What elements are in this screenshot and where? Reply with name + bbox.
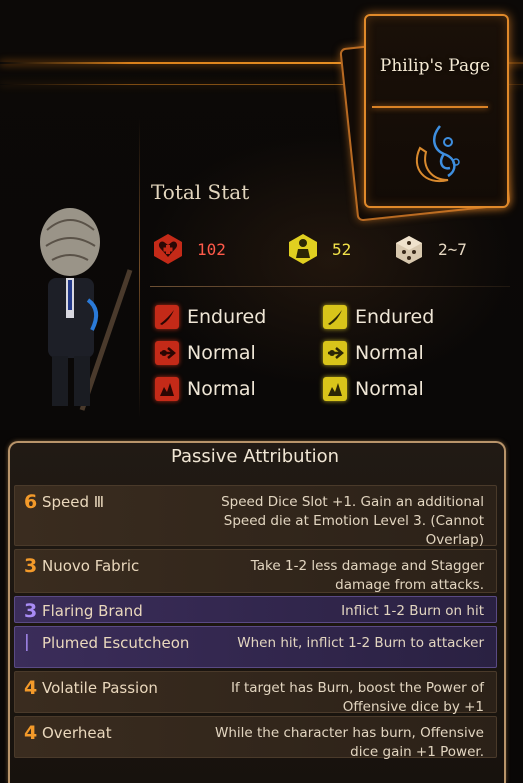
passive-cost: 4 (24, 722, 38, 744)
crescent-moon-emblem-icon (415, 125, 460, 183)
passive-row[interactable]: 6 Speed Ⅲ Speed Dice Slot +1. Gain an ad… (14, 485, 497, 548)
slash-stagger-icon (323, 305, 347, 329)
blunt-stagger-icon (323, 377, 347, 401)
hp-resist-blunt: Normal (155, 377, 256, 401)
passive-name: Flaring Brand (42, 602, 143, 620)
page-divider (372, 106, 488, 108)
speed-stat: 2~7 (392, 232, 467, 266)
hp-resist-pierce-value: Normal (187, 342, 256, 364)
hp-resist-slash: Endured (155, 305, 266, 329)
hp-resist-slash-value: Endured (187, 306, 267, 328)
passive-cost: 6 (24, 491, 38, 513)
passive-header: Passive Attribution (170, 446, 340, 467)
hp-resist-pierce: Normal (155, 341, 256, 365)
passive-cost: 3 (24, 600, 38, 622)
hp-resist-blunt-value: Normal (187, 378, 256, 400)
passive-row[interactable]: 4 Overheat While the character has burn,… (14, 716, 497, 760)
passive-name: Overheat (42, 724, 112, 742)
passive-desc: While the character has burn, Offensive … (215, 725, 484, 760)
blunt-damage-icon (155, 377, 179, 401)
stagger-value: 52 (332, 239, 352, 259)
passive-name: Nuovo Fabric (42, 557, 140, 575)
passive-cost: 3 (24, 555, 38, 577)
passive-name: Speed Ⅲ (42, 493, 105, 511)
slash-damage-icon (155, 305, 179, 329)
stagger-resist-slash: Endured (323, 305, 434, 329)
passive-desc: Speed Dice Slot +1. Gain an additional S… (221, 494, 484, 548)
speed-dice-icon (396, 236, 422, 264)
decorative-divider (139, 118, 140, 418)
passive-name: Volatile Passion (42, 679, 158, 697)
passive-desc: Take 1-2 less damage and Stagger damage … (250, 558, 484, 593)
passive-name: Plumed Escutcheon (42, 634, 190, 652)
stagger-stat: 52 (286, 232, 351, 266)
health-heart-icon (154, 234, 182, 264)
character-portrait (40, 208, 133, 411)
passive-row[interactable]: 3 Flaring Brand Inflict 1-2 Burn on hit (14, 596, 497, 623)
stagger-resist-blunt-value: Normal (355, 378, 424, 400)
total-stat-title: Total Stat (151, 180, 250, 204)
passive-row[interactable]: 3 Nuovo Fabric Take 1-2 less damage and … (14, 549, 497, 593)
section-divider (150, 286, 510, 287)
pierce-damage-icon (155, 341, 179, 365)
page-title: Philip's Page (379, 56, 491, 76)
passive-cost: | (24, 632, 30, 652)
passive-desc: Inflict 1-2 Burn on hit (341, 603, 484, 619)
passive-cost: 4 (24, 677, 38, 699)
passive-desc: If target has Burn, boost the Power of O… (230, 680, 484, 715)
stagger-resist-slash-value: Endured (355, 306, 435, 328)
passive-desc: When hit, inflict 1-2 Burn to attacker (237, 635, 484, 651)
stagger-resist-pierce-value: Normal (355, 342, 424, 364)
passive-row[interactable]: | Plumed Escutcheon When hit, inflict 1-… (14, 626, 497, 668)
stagger-resist-pierce: Normal (323, 341, 424, 365)
hp-value: 102 (197, 239, 226, 259)
hp-stat: 102 (151, 232, 226, 266)
passive-row[interactable]: 4 Volatile Passion If target has Burn, b… (14, 671, 497, 715)
speed-value: 2~7 (438, 239, 467, 259)
pierce-stagger-icon (323, 341, 347, 365)
stagger-resist-icon (289, 234, 317, 264)
stagger-resist-blunt: Normal (323, 377, 424, 401)
